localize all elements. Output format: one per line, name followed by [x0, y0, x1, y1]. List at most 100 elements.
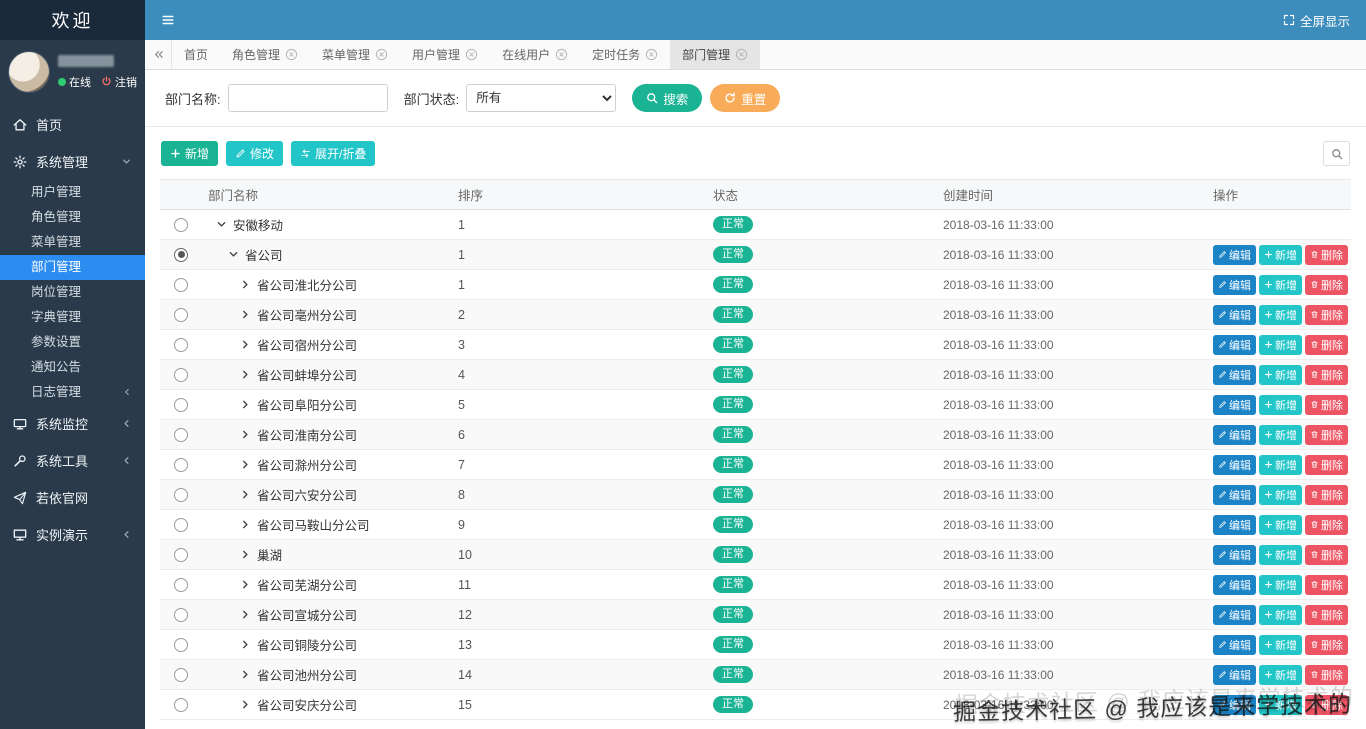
row-delete-button[interactable]: 删除	[1305, 484, 1348, 505]
row-add-button[interactable]: 新增	[1259, 484, 1302, 505]
tab-5[interactable]: 定时任务	[580, 40, 670, 69]
tree-toggle[interactable]	[240, 699, 251, 710]
row-edit-button[interactable]: 编辑	[1213, 664, 1256, 685]
row-radio[interactable]	[174, 667, 188, 682]
tab-6[interactable]: 部门管理	[670, 40, 761, 69]
row-radio[interactable]	[174, 607, 188, 622]
sidebar-subitem-1-4[interactable]: 岗位管理	[0, 280, 145, 305]
row-delete-button[interactable]: 删除	[1305, 664, 1348, 685]
row-add-button[interactable]: 新增	[1259, 244, 1302, 265]
tree-toggle[interactable]	[240, 489, 251, 500]
tab-1[interactable]: 角色管理	[220, 40, 310, 69]
row-radio[interactable]	[174, 247, 188, 262]
row-edit-button[interactable]: 编辑	[1213, 334, 1256, 355]
tab-0[interactable]: 首页	[172, 40, 220, 69]
row-edit-button[interactable]: 编辑	[1213, 454, 1256, 475]
row-radio[interactable]	[174, 307, 188, 322]
row-radio[interactable]	[174, 217, 188, 232]
row-add-button[interactable]: 新增	[1259, 454, 1302, 475]
sidebar-subitem-1-0[interactable]: 用户管理	[0, 180, 145, 205]
table-row[interactable]: 省公司宿州分公司 3 正常 2018-03-16 11:33:00 编辑 新增 删除	[160, 329, 1351, 360]
row-add-button[interactable]: 新增	[1259, 394, 1302, 415]
sidebar-subitem-1-1[interactable]: 角色管理	[0, 205, 145, 230]
dept-status-select[interactable]: 所有	[466, 84, 617, 112]
row-edit-button[interactable]: 编辑	[1213, 424, 1256, 445]
tree-toggle[interactable]	[240, 309, 251, 320]
table-row[interactable]: 省公司淮南分公司 6 正常 2018-03-16 11:33:00 编辑 新增 删除	[160, 419, 1351, 450]
row-add-button[interactable]: 新增	[1259, 544, 1302, 565]
row-radio[interactable]	[174, 457, 188, 472]
row-add-button[interactable]: 新增	[1259, 634, 1302, 655]
tree-toggle[interactable]	[216, 219, 227, 230]
tree-toggle[interactable]	[240, 459, 251, 470]
table-row[interactable]: 省公司亳州分公司 2 正常 2018-03-16 11:33:00 编辑 新增 删除	[160, 299, 1351, 330]
tree-toggle[interactable]	[240, 369, 251, 380]
avatar[interactable]	[8, 51, 50, 93]
table-row[interactable]: 省公司马鞍山分公司 9 正常 2018-03-16 11:33:00 编辑 新增 删除	[160, 509, 1351, 540]
table-row[interactable]: 安徽移动 1 正常 2018-03-16 11:33:00	[160, 209, 1351, 240]
row-delete-button[interactable]: 删除	[1305, 394, 1348, 415]
tab-4[interactable]: 在线用户	[490, 40, 580, 69]
row-add-button[interactable]: 新增	[1259, 364, 1302, 385]
row-delete-button[interactable]: 删除	[1305, 454, 1348, 475]
row-radio[interactable]	[174, 577, 188, 592]
tree-toggle[interactable]	[240, 639, 251, 650]
row-delete-button[interactable]: 删除	[1305, 364, 1348, 385]
row-edit-button[interactable]: 编辑	[1213, 274, 1256, 295]
table-search-toggle-button[interactable]	[1323, 141, 1350, 166]
logout-link[interactable]: 注销	[101, 74, 137, 90]
row-radio[interactable]	[174, 397, 188, 412]
sidebar-item-3[interactable]: 系统工具	[0, 442, 145, 479]
row-delete-button[interactable]: 删除	[1305, 544, 1348, 565]
row-edit-button[interactable]: 编辑	[1213, 604, 1256, 625]
row-edit-button[interactable]: 编辑	[1213, 484, 1256, 505]
reset-button[interactable]: 重置	[710, 84, 781, 112]
tree-toggle[interactable]	[240, 399, 251, 410]
row-edit-button[interactable]: 编辑	[1213, 574, 1256, 595]
row-edit-button[interactable]: 编辑	[1213, 244, 1256, 265]
expand-collapse-button[interactable]: 展开/折叠	[291, 141, 376, 166]
tree-toggle[interactable]	[240, 579, 251, 590]
sidebar-item-2[interactable]: 系统监控	[0, 405, 145, 442]
row-edit-button[interactable]: 编辑	[1213, 544, 1256, 565]
table-row[interactable]: 巢湖 10 正常 2018-03-16 11:33:00 编辑 新增 删除	[160, 539, 1351, 570]
tree-toggle[interactable]	[240, 669, 251, 680]
sidebar-subitem-1-7[interactable]: 通知公告	[0, 355, 145, 380]
row-delete-button[interactable]: 删除	[1305, 634, 1348, 655]
row-edit-button[interactable]: 编辑	[1213, 304, 1256, 325]
row-add-button[interactable]: 新增	[1259, 694, 1302, 715]
row-edit-button[interactable]: 编辑	[1213, 364, 1256, 385]
row-radio[interactable]	[174, 277, 188, 292]
search-button[interactable]: 搜索	[632, 84, 703, 112]
add-button[interactable]: 新增	[161, 141, 219, 166]
row-add-button[interactable]: 新增	[1259, 424, 1302, 445]
row-radio[interactable]	[174, 697, 188, 712]
table-row[interactable]: 省公司 1 正常 2018-03-16 11:33:00 编辑 新增 删除	[160, 239, 1351, 270]
table-row[interactable]: 省公司宣城分公司 12 正常 2018-03-16 11:33:00 编辑 新增 删除	[160, 599, 1351, 630]
row-radio[interactable]	[174, 427, 188, 442]
dept-name-input[interactable]	[227, 84, 388, 112]
tab-scroll-left-button[interactable]	[145, 40, 172, 69]
row-add-button[interactable]: 新增	[1259, 334, 1302, 355]
row-radio[interactable]	[174, 337, 188, 352]
tree-toggle[interactable]	[228, 249, 239, 260]
row-delete-button[interactable]: 删除	[1305, 514, 1348, 535]
sidebar-subitem-1-8[interactable]: 日志管理	[0, 380, 145, 405]
sidebar-subitem-1-6[interactable]: 参数设置	[0, 330, 145, 355]
row-add-button[interactable]: 新增	[1259, 664, 1302, 685]
row-add-button[interactable]: 新增	[1259, 304, 1302, 325]
tab-2[interactable]: 菜单管理	[310, 40, 400, 69]
tree-toggle[interactable]	[240, 429, 251, 440]
table-row[interactable]: 省公司芜湖分公司 11 正常 2018-03-16 11:33:00 编辑 新增 删除	[160, 569, 1351, 600]
row-delete-button[interactable]: 删除	[1305, 274, 1348, 295]
tree-toggle[interactable]	[240, 279, 251, 290]
row-add-button[interactable]: 新增	[1259, 604, 1302, 625]
sidebar-subitem-1-3[interactable]: 部门管理	[0, 255, 145, 280]
row-add-button[interactable]: 新增	[1259, 574, 1302, 595]
app-logo[interactable]: 欢迎	[0, 0, 145, 40]
row-add-button[interactable]: 新增	[1259, 274, 1302, 295]
sidebar-item-4[interactable]: 若依官网	[0, 479, 145, 516]
tree-toggle[interactable]	[240, 339, 251, 350]
row-radio[interactable]	[174, 487, 188, 502]
sidebar-item-5[interactable]: 实例演示	[0, 516, 145, 553]
